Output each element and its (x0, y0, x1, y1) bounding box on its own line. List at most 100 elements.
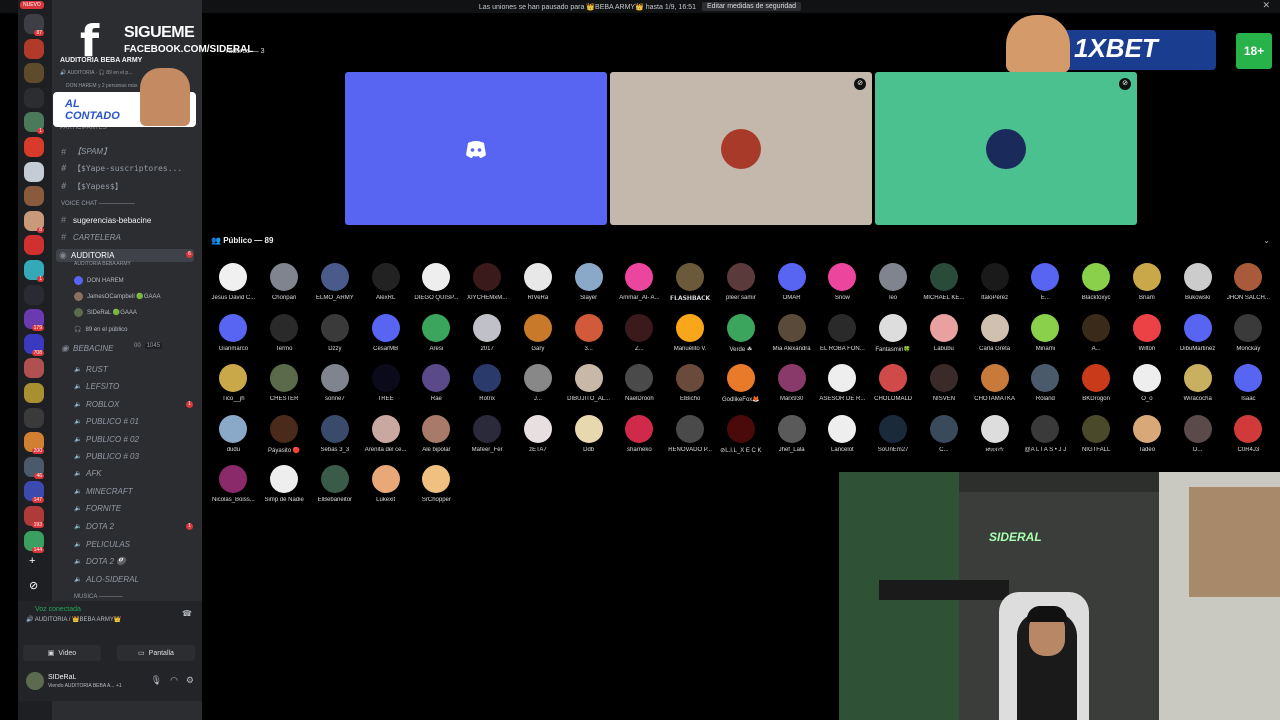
audience-member[interactable]: CHOLOMALD (868, 364, 919, 415)
audience-member[interactable]: Verde ☘ (716, 313, 767, 365)
audience-member[interactable]: Manuelito V. (665, 313, 716, 365)
voice-member[interactable]: DON HAREM (74, 276, 124, 285)
avatar[interactable] (26, 672, 44, 690)
audience-member[interactable]: Choripan (259, 263, 310, 314)
microphone-icon[interactable]: 🎙 (151, 675, 162, 686)
server-icon[interactable] (24, 358, 44, 379)
voice-channel-item[interactable]: 🔈 LEFSITO (74, 382, 119, 391)
channel-item[interactable]: # 【$Yape-suscriptores... (61, 163, 182, 174)
screen-button[interactable]: ▭ Pantalla (117, 645, 195, 661)
audience-member[interactable]: dudu (208, 414, 259, 466)
audience-member[interactable]: NISVEN (919, 364, 970, 415)
audience-member[interactable]: ItaloPérez (969, 263, 1020, 314)
server-icon[interactable]: 200 (24, 432, 44, 455)
voice-channel-item[interactable]: 🔈 DOTA 2 (74, 522, 114, 531)
audience-member[interactable]: Rae (411, 364, 462, 415)
audience-member[interactable]: Jhef_Lala (766, 414, 817, 466)
audience-member[interactable]: NIGTFALL (1071, 414, 1122, 466)
audience-member[interactable]: SoUnEm27 (868, 414, 919, 466)
chevron-down-icon[interactable]: ⌄ (1263, 236, 1270, 245)
category-musica[interactable]: MUSICA ———— (74, 594, 123, 600)
edit-security-button[interactable]: Editar medidas de seguridad (701, 2, 802, 11)
audience-member[interactable]: DIBUJITO_AL... (563, 364, 614, 415)
audience-member[interactable]: @A L I A S • J J (1020, 414, 1071, 466)
server-icon[interactable]: 8 (24, 210, 44, 233)
server-icon[interactable]: 46 (24, 456, 44, 479)
server-icon[interactable]: 1 (24, 112, 44, 135)
audience-member[interactable]: Dzzy (310, 313, 361, 365)
audience-member[interactable]: 𝗙𝗟𝗔𝗦𝗛𝗕𝗔𝗖𝗞 (665, 263, 716, 314)
audience-member[interactable]: Ale bipolar (411, 414, 462, 466)
add-server-icon[interactable]: + (29, 555, 35, 567)
voice-channel-item[interactable]: 🔈 PUBLICO # 03 (74, 452, 139, 461)
audience-member[interactable]: BKDrogon (1071, 364, 1122, 415)
audience-member[interactable]: Wilton (1122, 313, 1173, 365)
audience-member[interactable]: Isaac (1223, 364, 1274, 415)
voice-connected-title[interactable]: Voz conectada (35, 606, 81, 613)
audience-member[interactable]: GodlikeFox🦊 (716, 364, 767, 415)
audience-member[interactable]: CesarMB (360, 313, 411, 365)
discover-icon[interactable]: ⊘ (29, 579, 38, 592)
disconnect-icon[interactable]: ☎ (182, 609, 192, 618)
audience-member[interactable]: NaelDrooh (614, 364, 665, 415)
voice-channel-item[interactable]: 🔈 PUBLICO # 01 (74, 417, 139, 426)
audience-member[interactable]: Jesus David C... (208, 263, 259, 314)
audience-member[interactable]: DIEGO QUISP... (411, 263, 462, 314)
audience-member[interactable]: Blacktoxyc (1071, 263, 1122, 314)
audience-member[interactable]: O_o (1122, 364, 1173, 415)
audience-member[interactable]: C0R4J3 (1223, 414, 1274, 466)
audience-member[interactable]: leo (868, 263, 919, 314)
server-icon[interactable]: 87 (24, 14, 44, 36)
audience-member[interactable]: EL ROBA FON... (817, 313, 868, 365)
server-icon[interactable]: 144 (24, 530, 44, 553)
audience-member[interactable]: zETA7 (513, 414, 564, 466)
audience-member[interactable]: Gary (513, 313, 564, 365)
voice-channel-item[interactable]: 🔈 ROBLOX (74, 400, 119, 409)
audience-member[interactable]: OMAR (766, 263, 817, 314)
audience-member[interactable]: Ammar_Al- A... (614, 263, 665, 314)
audience-member[interactable]: Termo (259, 313, 310, 365)
server-icon[interactable] (24, 137, 44, 157)
audience-member[interactable]: Marx930 (766, 364, 817, 415)
voice-channel-item[interactable]: 🔈 MINECRAFT (74, 487, 133, 496)
audience-member[interactable]: RIVeRa (513, 263, 564, 314)
server-icon[interactable]: 179 (24, 309, 44, 332)
audience-member[interactable]: Roland (1020, 364, 1071, 415)
audience-member[interactable]: 2017 (462, 313, 513, 365)
audience-member[interactable]: sonne7 (310, 364, 361, 415)
voice-channel-item[interactable]: 🔈 PUBLICO # 02 (74, 435, 139, 444)
voice-channel-item[interactable]: 🔈 RUST (74, 365, 108, 374)
audience-member[interactable]: Snow (817, 263, 868, 314)
audience-member[interactable]: CHESTER (259, 364, 310, 415)
audience-member[interactable]: AlexRL (360, 263, 411, 314)
server-icon[interactable] (24, 383, 44, 403)
audience-member[interactable]: Nicolás_Boiss... (208, 465, 259, 516)
category-voice-chat[interactable]: VOICE CHAT —————— (61, 201, 135, 207)
server-icon[interactable]: 1 (24, 260, 44, 282)
audience-member[interactable]: Lancelot (817, 414, 868, 466)
audience-member[interactable]: Monckay (1223, 313, 1274, 365)
voice-channel-item[interactable]: 🔈 PELICULAS (74, 540, 130, 549)
server-icon[interactable] (24, 63, 44, 84)
voice-channel-item[interactable]: 🔈 AFK (74, 469, 102, 478)
audience-member[interactable]: Fantasmin🍀 (868, 313, 919, 365)
server-icon[interactable] (24, 87, 44, 108)
audience-member[interactable]: SrChopper (411, 465, 462, 516)
audience-member[interactable]: A... (1071, 313, 1122, 365)
server-icon[interactable]: 147 (24, 481, 44, 504)
audience-member[interactable]: TREE (360, 364, 411, 415)
server-icon[interactable]: 708 (24, 333, 44, 356)
audience-member[interactable]: C... (919, 414, 970, 466)
voice-member[interactable]: SIDeRaL 🟢GAAA (74, 308, 137, 317)
audience-member[interactable]: Briam (1122, 263, 1173, 314)
channel-item[interactable]: # 【$Yapes$】 (61, 181, 123, 192)
voice-connected-channel[interactable]: 🔊 AUDITORIA / 👑BEBA ARMY👑 (26, 616, 121, 623)
server-icon[interactable] (24, 284, 44, 305)
audience-member[interactable]: ASESOR DE R... (817, 364, 868, 415)
audience-member[interactable]: Mia Alexandra (766, 313, 817, 365)
channel-item[interactable]: # 【SPAM】 (61, 146, 111, 157)
audience-member[interactable]: Sebas 3_3 (310, 414, 361, 466)
audience-member[interactable]: E... (1020, 263, 1071, 314)
server-icon[interactable] (24, 38, 44, 59)
audience-member[interactable]: Ddb (563, 414, 614, 466)
